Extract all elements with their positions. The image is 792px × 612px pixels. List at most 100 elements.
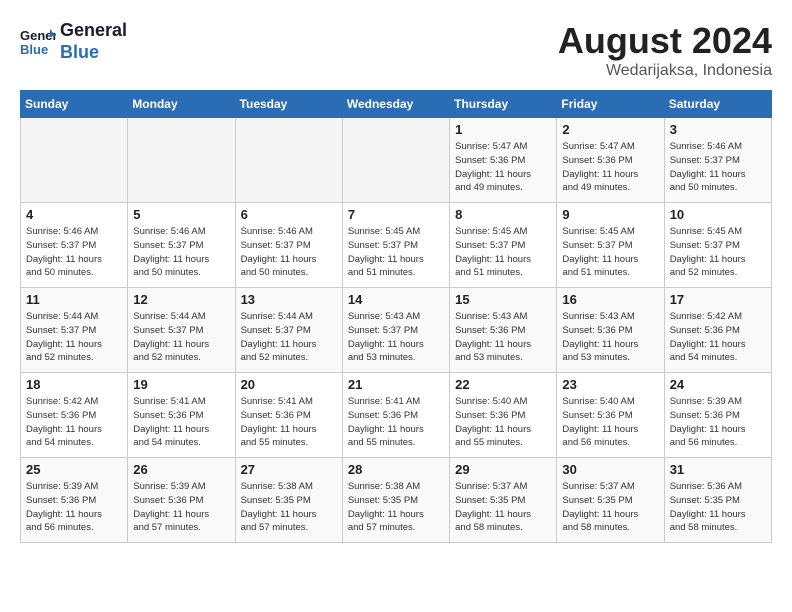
day-info: Sunrise: 5:45 AM Sunset: 5:37 PM Dayligh… — [562, 225, 658, 280]
calendar-day-19: 19 Sunrise: 5:41 AM Sunset: 5:36 PM Dayli… — [128, 373, 235, 458]
day-info: Sunrise: 5:41 AM Sunset: 5:36 PM Dayligh… — [133, 395, 229, 450]
day-number: 11 — [26, 292, 122, 307]
calendar-day-16: 16Sunrise: 5:43 AM Sunset: 5:36 PM Dayli… — [557, 288, 664, 373]
logo-blue: Blue — [60, 42, 127, 64]
month-year: August 2024 — [558, 20, 772, 62]
day-number: 3 — [670, 122, 766, 137]
calendar-day-10: 10Sunrise: 5:45 AM Sunset: 5:37 PM Dayli… — [664, 203, 771, 288]
calendar-day-6: 6 Sunrise: 5:46 AM Sunset: 5:37 PM Daylig… — [235, 203, 342, 288]
day-number: 9 — [562, 207, 658, 222]
day-info: Sunrise: 5:39 AM Sunset: 5:36 PM Dayligh… — [26, 480, 122, 535]
day-info: Sunrise: 5:42 AM Sunset: 5:36 PM Dayligh… — [26, 395, 122, 450]
day-info: Sunrise: 5:38 AM Sunset: 5:35 PM Dayligh… — [241, 480, 337, 535]
logo: General Blue General Blue — [20, 20, 127, 63]
day-info: Sunrise: 5:46 AM Sunset: 5:37 PM Dayligh… — [670, 140, 766, 195]
day-info: Sunrise: 5:43 AM Sunset: 5:36 PM Dayligh… — [455, 310, 551, 365]
calendar-day-24: 24 Sunrise: 5:39 AM Sunset: 5:36 PM Dayli… — [664, 373, 771, 458]
day-number: 6 — [241, 207, 337, 222]
day-number: 29 — [455, 462, 551, 477]
calendar-day-7: 7Sunrise: 5:45 AM Sunset: 5:37 PM Daylig… — [342, 203, 449, 288]
location: Wedarijaksa, Indonesia — [558, 62, 772, 80]
day-info: Sunrise: 5:45 AM Sunset: 5:37 PM Dayligh… — [455, 225, 551, 280]
day-number: 30 — [562, 462, 658, 477]
day-number: 15 — [455, 292, 551, 307]
day-number: 18 — [26, 377, 122, 392]
calendar-day-5: 5 Sunrise: 5:46 AM Sunset: 5:37 PM Daylig… — [128, 203, 235, 288]
day-number: 27 — [241, 462, 337, 477]
calendar-day-15: 15 Sunrise: 5:43 AM Sunset: 5:36 PM Dayli… — [450, 288, 557, 373]
day-number: 23 — [562, 377, 658, 392]
calendar-day-22: 22 Sunrise: 5:40 AM Sunset: 5:36 PM Dayli… — [450, 373, 557, 458]
calendar-day-17: 17 Sunrise: 5:42 AM Sunset: 5:36 PM Dayli… — [664, 288, 771, 373]
calendar-day-25: 25Sunrise: 5:39 AM Sunset: 5:36 PM Dayli… — [21, 458, 128, 543]
day-info: Sunrise: 5:45 AM Sunset: 5:37 PM Dayligh… — [348, 225, 444, 280]
svg-text:Blue: Blue — [20, 42, 48, 57]
calendar-week-row: 18 Sunrise: 5:42 AM Sunset: 5:36 PM Dayli… — [21, 373, 772, 458]
calendar-empty-cell — [235, 118, 342, 203]
calendar-day-8: 8 Sunrise: 5:45 AM Sunset: 5:37 PM Daylig… — [450, 203, 557, 288]
day-info: Sunrise: 5:44 AM Sunset: 5:37 PM Dayligh… — [133, 310, 229, 365]
day-number: 17 — [670, 292, 766, 307]
calendar-day-27: 27 Sunrise: 5:38 AM Sunset: 5:35 PM Dayli… — [235, 458, 342, 543]
calendar-day-12: 12 Sunrise: 5:44 AM Sunset: 5:37 PM Dayli… — [128, 288, 235, 373]
day-number: 10 — [670, 207, 766, 222]
day-number: 5 — [133, 207, 229, 222]
day-info: Sunrise: 5:42 AM Sunset: 5:36 PM Dayligh… — [670, 310, 766, 365]
calendar-table: SundayMondayTuesdayWednesdayThursdayFrid… — [20, 90, 772, 543]
day-info: Sunrise: 5:44 AM Sunset: 5:37 PM Dayligh… — [26, 310, 122, 365]
header-tuesday: Tuesday — [235, 91, 342, 118]
day-number: 31 — [670, 462, 766, 477]
calendar-header-row: SundayMondayTuesdayWednesdayThursdayFrid… — [21, 91, 772, 118]
calendar-day-18: 18 Sunrise: 5:42 AM Sunset: 5:36 PM Dayli… — [21, 373, 128, 458]
day-info: Sunrise: 5:46 AM Sunset: 5:37 PM Dayligh… — [26, 225, 122, 280]
day-info: Sunrise: 5:37 AM Sunset: 5:35 PM Dayligh… — [562, 480, 658, 535]
calendar-day-11: 11 Sunrise: 5:44 AM Sunset: 5:37 PM Dayli… — [21, 288, 128, 373]
calendar-day-14: 14 Sunrise: 5:43 AM Sunset: 5:37 PM Dayli… — [342, 288, 449, 373]
day-number: 21 — [348, 377, 444, 392]
calendar-week-row: 4 Sunrise: 5:46 AM Sunset: 5:37 PM Daylig… — [21, 203, 772, 288]
calendar-day-26: 26 Sunrise: 5:39 AM Sunset: 5:36 PM Dayli… — [128, 458, 235, 543]
calendar-day-30: 30 Sunrise: 5:37 AM Sunset: 5:35 PM Dayli… — [557, 458, 664, 543]
day-info: Sunrise: 5:46 AM Sunset: 5:37 PM Dayligh… — [133, 225, 229, 280]
day-number: 19 — [133, 377, 229, 392]
day-info: Sunrise: 5:39 AM Sunset: 5:36 PM Dayligh… — [670, 395, 766, 450]
day-number: 12 — [133, 292, 229, 307]
day-number: 13 — [241, 292, 337, 307]
calendar-day-1: 1 Sunrise: 5:47 AM Sunset: 5:36 PM Daylig… — [450, 118, 557, 203]
day-info: Sunrise: 5:47 AM Sunset: 5:36 PM Dayligh… — [562, 140, 658, 195]
logo-icon: General Blue — [20, 24, 56, 60]
calendar-day-23: 23 Sunrise: 5:40 AM Sunset: 5:36 PM Dayli… — [557, 373, 664, 458]
day-number: 16 — [562, 292, 658, 307]
day-info: Sunrise: 5:47 AM Sunset: 5:36 PM Dayligh… — [455, 140, 551, 195]
calendar-empty-cell — [21, 118, 128, 203]
day-number: 8 — [455, 207, 551, 222]
calendar-day-28: 28 Sunrise: 5:38 AM Sunset: 5:35 PM Dayli… — [342, 458, 449, 543]
day-number: 4 — [26, 207, 122, 222]
title-block: August 2024 Wedarijaksa, Indonesia — [558, 20, 772, 80]
calendar-week-row: 1 Sunrise: 5:47 AM Sunset: 5:36 PM Daylig… — [21, 118, 772, 203]
day-number: 24 — [670, 377, 766, 392]
calendar-day-31: 31Sunrise: 5:36 AM Sunset: 5:35 PM Dayli… — [664, 458, 771, 543]
calendar-week-row: 11 Sunrise: 5:44 AM Sunset: 5:37 PM Dayli… — [21, 288, 772, 373]
page-header: General Blue General Blue August 2024 We… — [20, 20, 772, 80]
header-sunday: Sunday — [21, 91, 128, 118]
day-info: Sunrise: 5:38 AM Sunset: 5:35 PM Dayligh… — [348, 480, 444, 535]
day-info: Sunrise: 5:39 AM Sunset: 5:36 PM Dayligh… — [133, 480, 229, 535]
day-number: 26 — [133, 462, 229, 477]
calendar-week-row: 25Sunrise: 5:39 AM Sunset: 5:36 PM Dayli… — [21, 458, 772, 543]
calendar-day-3: 3 Sunrise: 5:46 AM Sunset: 5:37 PM Daylig… — [664, 118, 771, 203]
calendar-day-21: 21Sunrise: 5:41 AM Sunset: 5:36 PM Dayli… — [342, 373, 449, 458]
day-info: Sunrise: 5:40 AM Sunset: 5:36 PM Dayligh… — [455, 395, 551, 450]
calendar-day-4: 4 Sunrise: 5:46 AM Sunset: 5:37 PM Daylig… — [21, 203, 128, 288]
calendar-day-2: 2Sunrise: 5:47 AM Sunset: 5:36 PM Daylig… — [557, 118, 664, 203]
header-monday: Monday — [128, 91, 235, 118]
day-number: 14 — [348, 292, 444, 307]
day-info: Sunrise: 5:43 AM Sunset: 5:37 PM Dayligh… — [348, 310, 444, 365]
day-number: 22 — [455, 377, 551, 392]
day-number: 1 — [455, 122, 551, 137]
header-wednesday: Wednesday — [342, 91, 449, 118]
day-info: Sunrise: 5:46 AM Sunset: 5:37 PM Dayligh… — [241, 225, 337, 280]
day-number: 28 — [348, 462, 444, 477]
logo-general: General — [60, 20, 127, 42]
day-info: Sunrise: 5:40 AM Sunset: 5:36 PM Dayligh… — [562, 395, 658, 450]
